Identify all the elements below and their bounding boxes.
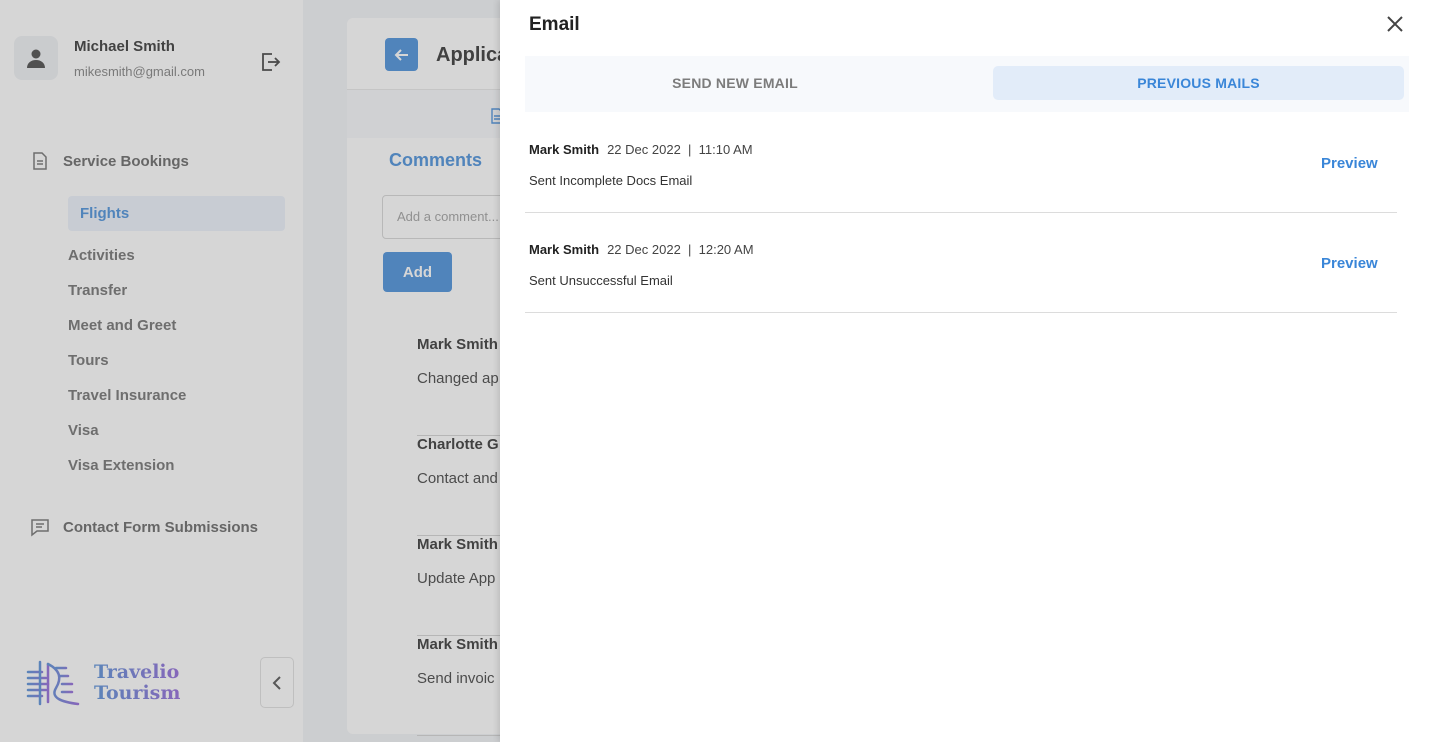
mail-item: Mark Smith 22 Dec 2022 | 11:10 AM Sent In… xyxy=(525,113,1397,213)
mail-item: Mark Smith 22 Dec 2022 | 12:20 AM Sent Un… xyxy=(525,213,1397,313)
email-drawer: Email SEND NEW EMAIL PREVIOUS MAILS Mark… xyxy=(500,0,1434,742)
close-icon[interactable] xyxy=(1385,14,1405,34)
mail-sender: Mark Smith xyxy=(529,142,600,157)
mail-sender: Mark Smith xyxy=(529,242,600,257)
drawer-title: Email xyxy=(529,14,580,35)
mail-subject: Sent Unsuccessful Email xyxy=(529,273,673,288)
tab-send-new-email[interactable]: SEND NEW EMAIL xyxy=(525,66,945,100)
preview-link[interactable]: Preview xyxy=(1321,155,1378,172)
modal-backdrop[interactable] xyxy=(0,0,500,742)
email-tabs: SEND NEW EMAIL PREVIOUS MAILS xyxy=(525,56,1409,112)
tab-previous-mails[interactable]: PREVIOUS MAILS xyxy=(993,66,1404,100)
mail-date: 22 Dec 2022 | 11:10 AM xyxy=(607,142,753,157)
mail-date: 22 Dec 2022 | 12:20 AM xyxy=(607,242,754,257)
mail-subject: Sent Incomplete Docs Email xyxy=(529,173,693,188)
preview-link[interactable]: Preview xyxy=(1321,255,1378,272)
